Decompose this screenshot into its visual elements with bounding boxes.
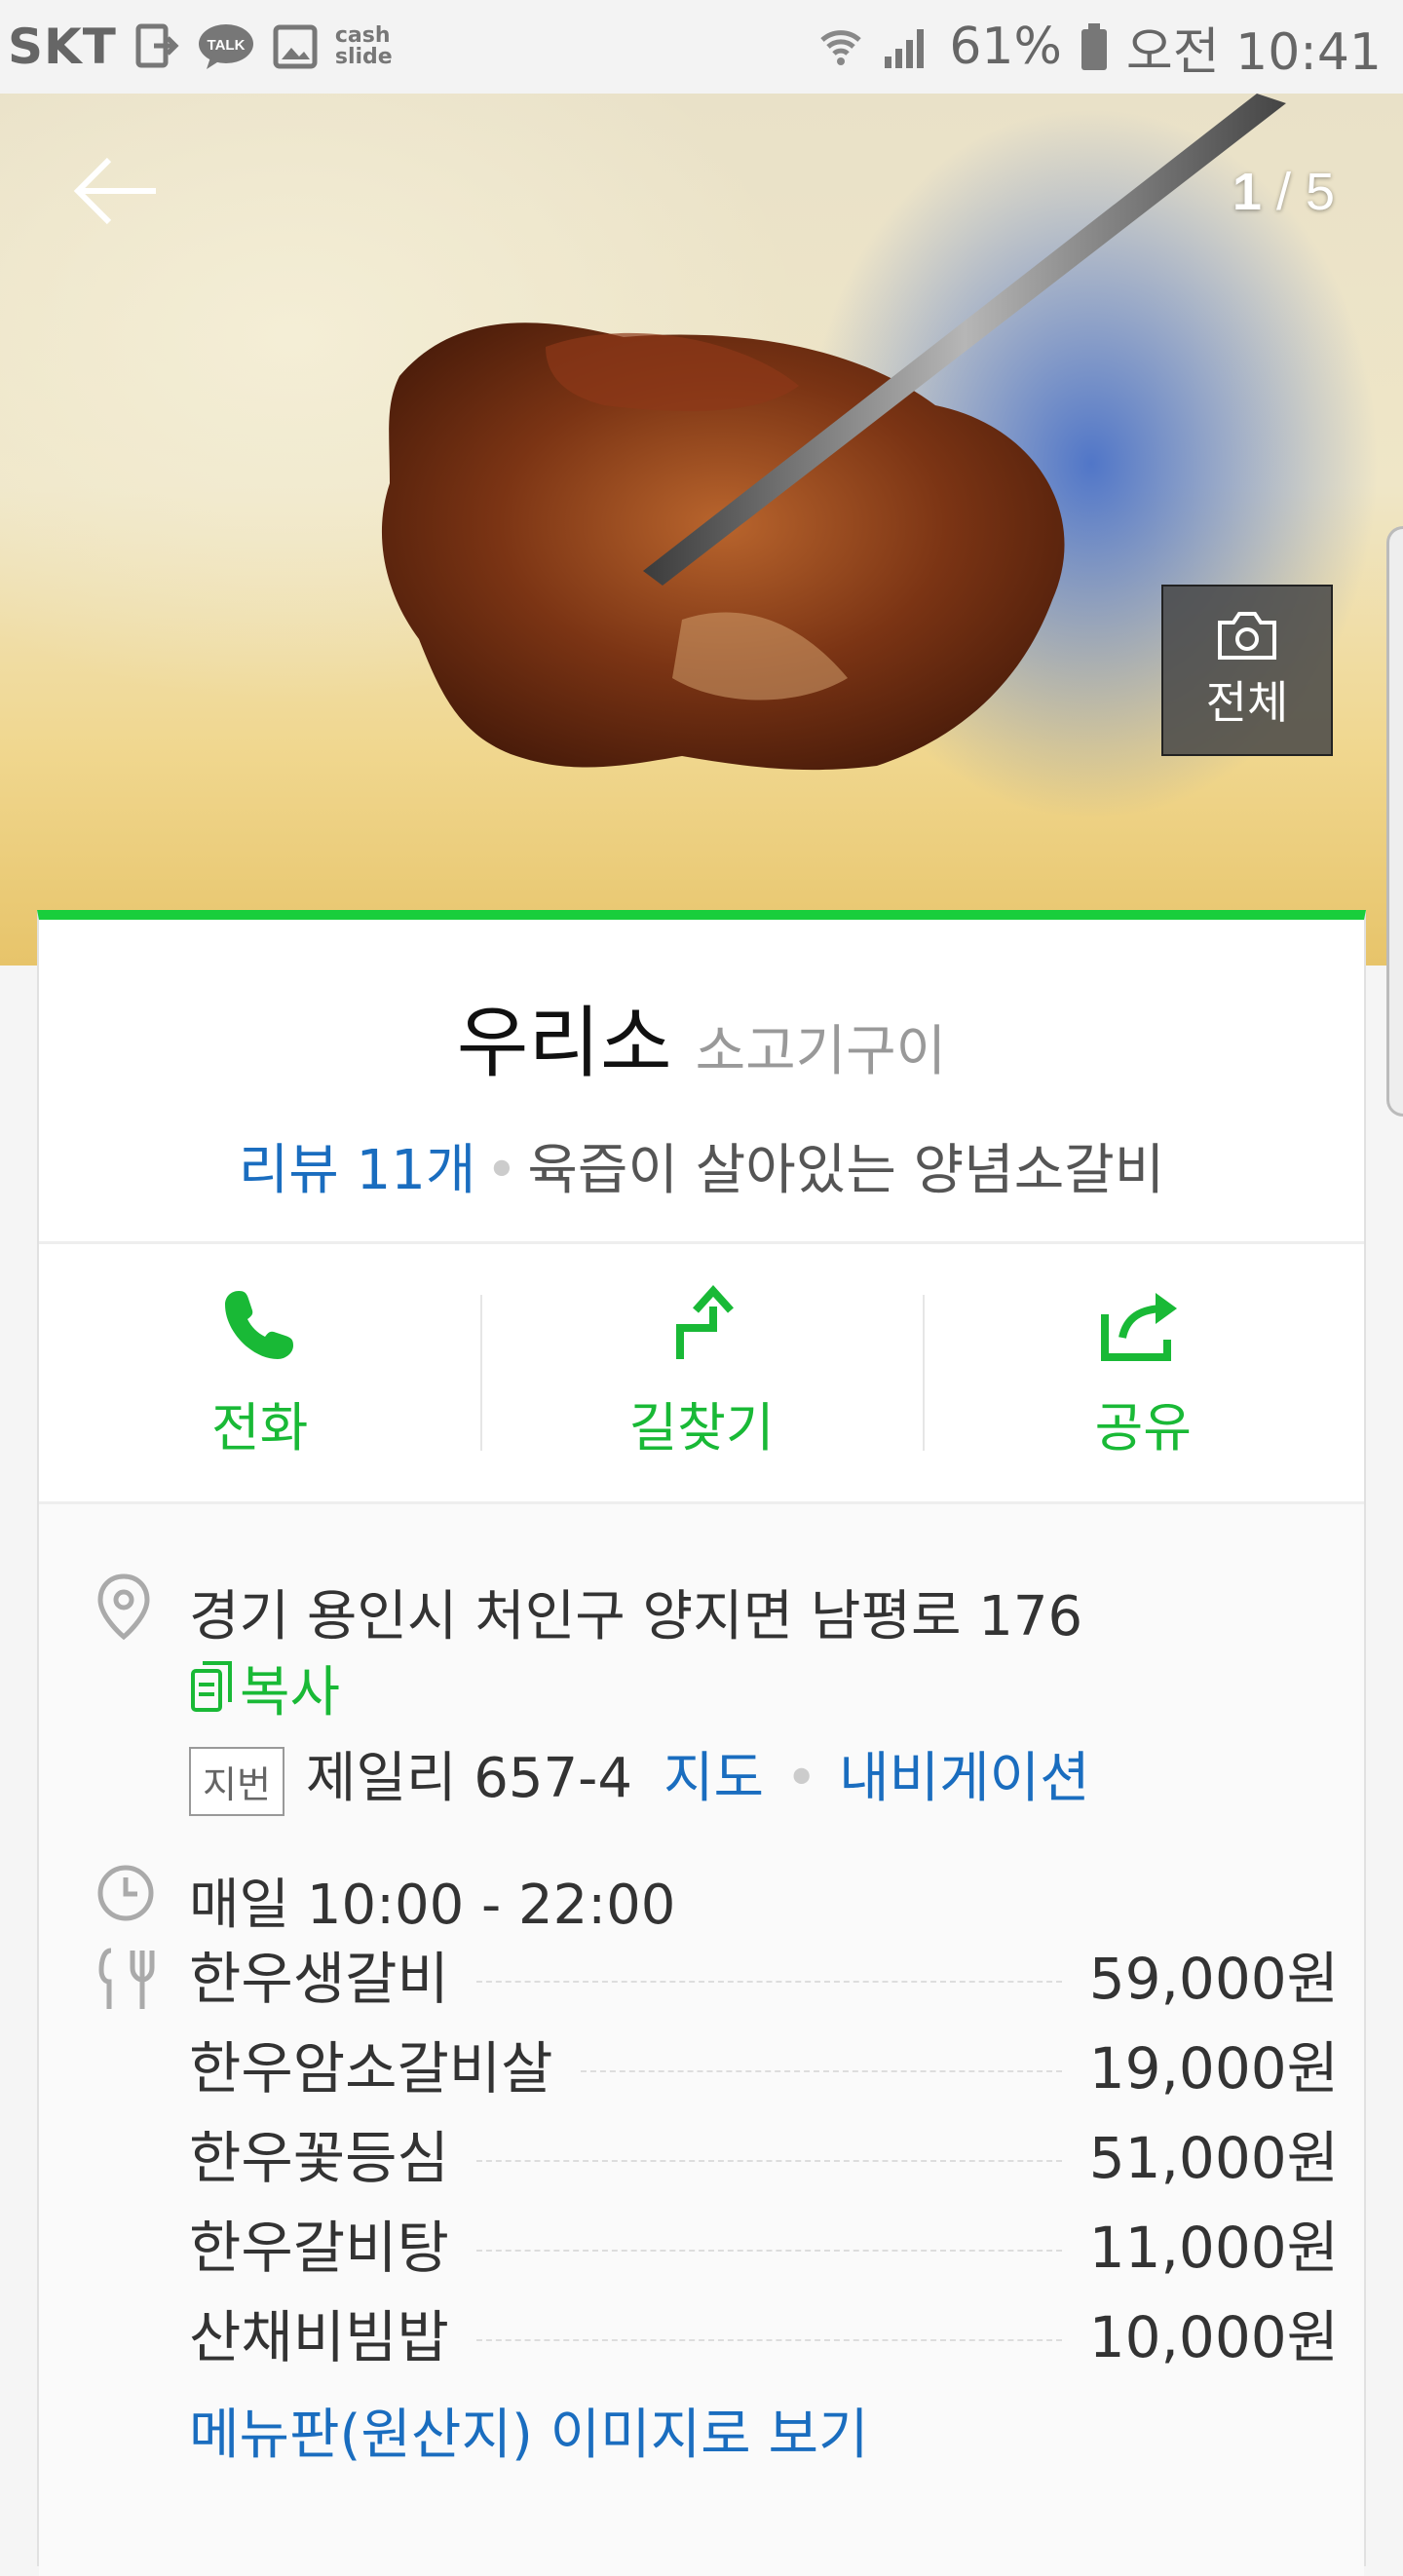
menu-item-price: 51,000원 [1088,2125,1339,2191]
food-photo-illustration [381,94,1286,771]
menu-item: 한우갈비탕 11,000원 [189,2202,1339,2284]
menu-item: 산채비빔밥 10,000원 [189,2292,1339,2373]
separator-dot: • [785,1747,818,1810]
battery-icon [1080,21,1109,72]
review-count-link[interactable]: 리뷰 11개 [239,1139,476,1202]
location-pin-icon [97,1573,150,1641]
photo-counter-total: 5 [1305,163,1335,221]
menu-item-name: 한우생갈비 [189,1946,449,2012]
call-label: 전화 [210,1396,309,1458]
menu-item-price: 59,000원 [1088,1946,1339,2012]
place-info-card: 우리소 소고기구이 리뷰 11개 • 육즙이 살아있는 양념소갈비 전화 길찾기 공유… [37,910,1366,2576]
status-left: SKT TALK cash slide [8,19,394,75]
title-row: 우리소 소고기구이 [39,980,1364,1093]
share-icon [1101,1292,1178,1361]
menu-leader-line [475,2339,1062,2341]
menu-leader-line [475,2250,1062,2252]
menu-item: 한우꽃등심 51,000원 [189,2112,1339,2194]
menu-item: 한우생갈비 59,000원 [189,1933,1339,2015]
view-all-photos-button[interactable]: 전체 [1161,585,1333,756]
status-bar: SKT TALK cash slide 61% 오전 10:41 [0,0,1403,94]
menu-leader-line [580,2070,1062,2072]
place-photo[interactable]: 1 / 5 전체 [0,94,1403,966]
place-category: 소고기구이 [695,1020,947,1083]
summary-row: 리뷰 11개 • 육즙이 살아있는 양념소갈비 [39,1126,1364,1205]
navigation-link[interactable]: 내비게이션 [839,1747,1090,1810]
jibeon-badge: 지번 [189,1747,284,1817]
jibeon-line: 지번 제일리 657-4 지도 • 내비게이션 [189,1734,1090,1817]
phone-icon [224,1290,293,1359]
jibeon-address: 제일리 657-4 [305,1747,633,1810]
map-link[interactable]: 지도 [664,1747,764,1810]
camera-icon [1218,612,1276,660]
menu-board-image-link[interactable]: 메뉴판(원산지) 이미지로 보기 [189,2391,869,2470]
photo-counter-current: 1 [1232,163,1262,221]
menu-item-price: 10,000원 [1088,2304,1339,2370]
copy-address-button[interactable]: 복사 [189,1648,340,1727]
status-right: 61% 오전 10:41 [818,11,1382,84]
view-all-label: 전체 [1205,676,1289,729]
copy-label: 복사 [240,1661,341,1724]
photo-counter: 1 / 5 [1232,162,1335,222]
share-button[interactable]: 공유 [922,1244,1364,1501]
utensils-icon [98,1948,155,2009]
menu-item: 한우암소갈비살 19,000원 [189,2023,1339,2104]
signal-icon [881,23,931,70]
menu-item-name: 한우암소갈비살 [189,2035,553,2102]
place-name: 우리소 [456,998,672,1088]
menu-item-name: 산채비빔밥 [189,2304,449,2370]
menu-item-name: 한우갈비탕 [189,2215,449,2281]
business-hours: 매일 10:00 - 22:00 [189,1874,676,1937]
side-handle[interactable] [1386,526,1403,1117]
separator-dot: • [485,1139,518,1202]
wifi-icon [818,24,863,69]
sim-exit-icon [134,22,179,71]
directions-label: 길찾기 [628,1396,775,1458]
share-label: 공유 [1094,1396,1192,1458]
copy-icon [191,1660,232,1712]
action-bar: 전화 길찾기 공유 [39,1241,1364,1504]
place-tagline: 육즙이 살아있는 양념소갈비 [527,1139,1165,1202]
menu-item-price: 19,000원 [1088,2035,1339,2102]
battery-percent: 61% [949,18,1062,76]
cashslide-icon: cash slide [334,23,393,69]
back-button[interactable] [68,152,166,230]
photo-counter-separator: / [1261,163,1306,221]
directions-button[interactable]: 길찾기 [480,1244,922,1501]
directions-icon [675,1284,734,1359]
menu-item-name: 한우꽃등심 [189,2125,449,2191]
carrier-label: SKT [8,19,117,75]
call-button[interactable]: 전화 [39,1244,480,1501]
svg-text:TALK: TALK [207,37,245,54]
clock-icon [97,1865,154,1921]
menu-leader-line [475,2160,1062,2162]
details-section: 경기 용인시 처인구 양지면 남평로 176 복사 지번 제일리 657-4 지도 •… [39,1504,1364,2576]
arrow-left-icon [73,157,156,225]
clock: 오전 10:41 [1125,22,1382,82]
gallery-icon [273,24,318,69]
menu-item-price: 11,000원 [1088,2215,1339,2281]
address-text[interactable]: 경기 용인시 처인구 양지면 남평로 176 [189,1572,1082,1651]
talk-icon: TALK [197,22,255,71]
menu-leader-line [475,1981,1062,1983]
